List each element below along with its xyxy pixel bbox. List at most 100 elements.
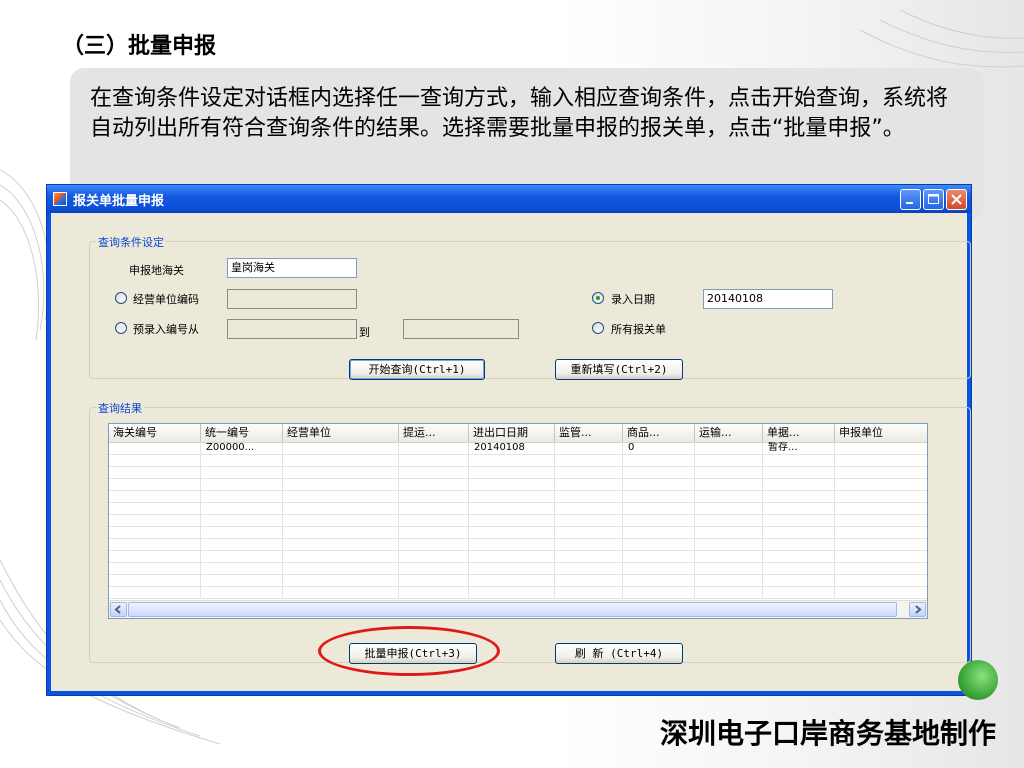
table-cell bbox=[283, 574, 399, 586]
table-cell bbox=[109, 502, 201, 514]
maximize-icon bbox=[928, 194, 939, 204]
table-cell bbox=[695, 550, 763, 562]
table-cell bbox=[399, 490, 469, 502]
table-cell bbox=[283, 442, 399, 454]
table-cell bbox=[399, 502, 469, 514]
column-header[interactable]: 统一编号 bbox=[201, 424, 283, 442]
table-cell bbox=[555, 466, 623, 478]
table-cell bbox=[835, 466, 927, 478]
table-cell bbox=[835, 514, 927, 526]
table-cell bbox=[283, 526, 399, 538]
table-cell bbox=[555, 514, 623, 526]
column-header[interactable]: 监管... bbox=[555, 424, 623, 442]
column-header[interactable]: 海关编号 bbox=[109, 424, 201, 442]
table-cell bbox=[763, 538, 835, 550]
window-title: 报关单批量申报 bbox=[73, 194, 165, 209]
table-cell bbox=[763, 526, 835, 538]
table-cell bbox=[109, 490, 201, 502]
column-header[interactable]: 商品... bbox=[623, 424, 695, 442]
prerecord-label: 预录入编号从 bbox=[133, 323, 199, 336]
table-cell bbox=[555, 442, 623, 454]
table-cell bbox=[283, 514, 399, 526]
table-cell bbox=[623, 586, 695, 598]
table-cell bbox=[469, 526, 555, 538]
maximize-button[interactable] bbox=[923, 189, 944, 210]
minimize-button[interactable] bbox=[900, 189, 921, 210]
table-cell bbox=[201, 490, 283, 502]
table-cell bbox=[835, 538, 927, 550]
table-cell bbox=[555, 502, 623, 514]
table-cell bbox=[201, 514, 283, 526]
all-declarations-radio[interactable] bbox=[592, 322, 604, 334]
table-row[interactable] bbox=[109, 586, 927, 599]
all-declarations-label: 所有报关单 bbox=[611, 323, 666, 336]
table-cell bbox=[555, 550, 623, 562]
table-cell bbox=[623, 478, 695, 490]
column-header[interactable]: 申报单位 bbox=[835, 424, 927, 442]
table-cell bbox=[695, 490, 763, 502]
table-cell bbox=[695, 538, 763, 550]
table-cell bbox=[283, 454, 399, 466]
scroll-thumb[interactable] bbox=[128, 602, 897, 617]
close-button[interactable] bbox=[946, 189, 967, 210]
table-cell bbox=[283, 550, 399, 562]
table-cell bbox=[835, 550, 927, 562]
table-cell bbox=[555, 490, 623, 502]
scroll-right-button[interactable] bbox=[909, 602, 926, 617]
entry-date-field[interactable]: 20140108 bbox=[703, 289, 833, 309]
prerecord-radio[interactable] bbox=[115, 322, 127, 334]
prerecord-from-field[interactable] bbox=[227, 319, 357, 339]
window-titlebar[interactable]: 报关单批量申报 bbox=[47, 185, 971, 213]
slide-heading: （三）批量申报 bbox=[62, 34, 217, 59]
table-cell bbox=[695, 466, 763, 478]
table-cell bbox=[763, 478, 835, 490]
start-query-button[interactable]: 开始查询(Ctrl+1) bbox=[349, 359, 485, 380]
enterprise-code-radio[interactable] bbox=[115, 292, 127, 304]
query-conditions-legend: 查询条件设定 bbox=[96, 234, 166, 250]
customs-field[interactable]: 皇岗海关 bbox=[227, 258, 357, 278]
table-cell bbox=[399, 454, 469, 466]
table-cell bbox=[835, 490, 927, 502]
table-cell bbox=[835, 574, 927, 586]
table-cell bbox=[555, 562, 623, 574]
description-text: 在查询条件设定对话框内选择任一查询方式，输入相应查询条件，点击开始查询，系统将自… bbox=[90, 86, 949, 141]
table-cell bbox=[695, 478, 763, 490]
table-cell bbox=[623, 454, 695, 466]
reset-query-button[interactable]: 重新填写(Ctrl+2) bbox=[555, 359, 683, 380]
column-header[interactable]: 单据... bbox=[763, 424, 835, 442]
table-cell bbox=[695, 454, 763, 466]
window-client-area: 查询条件设定 申报地海关 皇岗海关 经营单位编码 预录入编号从 到 录入日期 2… bbox=[51, 213, 971, 691]
entry-date-label: 录入日期 bbox=[611, 293, 655, 306]
table-cell bbox=[623, 466, 695, 478]
table-cell bbox=[399, 562, 469, 574]
table-cell: 0 bbox=[623, 442, 695, 454]
column-header[interactable]: 进出口日期 bbox=[469, 424, 555, 442]
table-cell bbox=[109, 454, 201, 466]
table-cell bbox=[201, 502, 283, 514]
enterprise-code-field[interactable] bbox=[227, 289, 357, 309]
table-cell bbox=[835, 442, 927, 454]
refresh-button[interactable]: 刷 新 (Ctrl+4) bbox=[555, 643, 683, 664]
scroll-left-button[interactable] bbox=[110, 602, 127, 617]
table-cell bbox=[201, 562, 283, 574]
table-cell bbox=[201, 478, 283, 490]
table-cell bbox=[109, 574, 201, 586]
table-cell bbox=[763, 466, 835, 478]
table-cell bbox=[283, 490, 399, 502]
results-grid[interactable]: 海关编号 统一编号 经营单位 提运... 进出口日期 监管... 商品... 运输... 单据.… bbox=[108, 423, 928, 619]
horizontal-scrollbar[interactable] bbox=[109, 600, 927, 618]
table-cell bbox=[283, 478, 399, 490]
table-cell bbox=[555, 586, 623, 598]
prerecord-to-field[interactable] bbox=[403, 319, 519, 339]
column-header[interactable]: 经营单位 bbox=[283, 424, 399, 442]
table-cell bbox=[399, 442, 469, 454]
table-cell bbox=[469, 490, 555, 502]
column-header[interactable]: 运输... bbox=[695, 424, 763, 442]
table-cell bbox=[469, 550, 555, 562]
table-cell bbox=[469, 538, 555, 550]
table-cell bbox=[283, 562, 399, 574]
entry-date-radio[interactable] bbox=[592, 292, 604, 304]
batch-declare-button[interactable]: 批量申报(Ctrl+3) bbox=[349, 643, 477, 664]
table-cell bbox=[763, 502, 835, 514]
column-header[interactable]: 提运... bbox=[399, 424, 469, 442]
